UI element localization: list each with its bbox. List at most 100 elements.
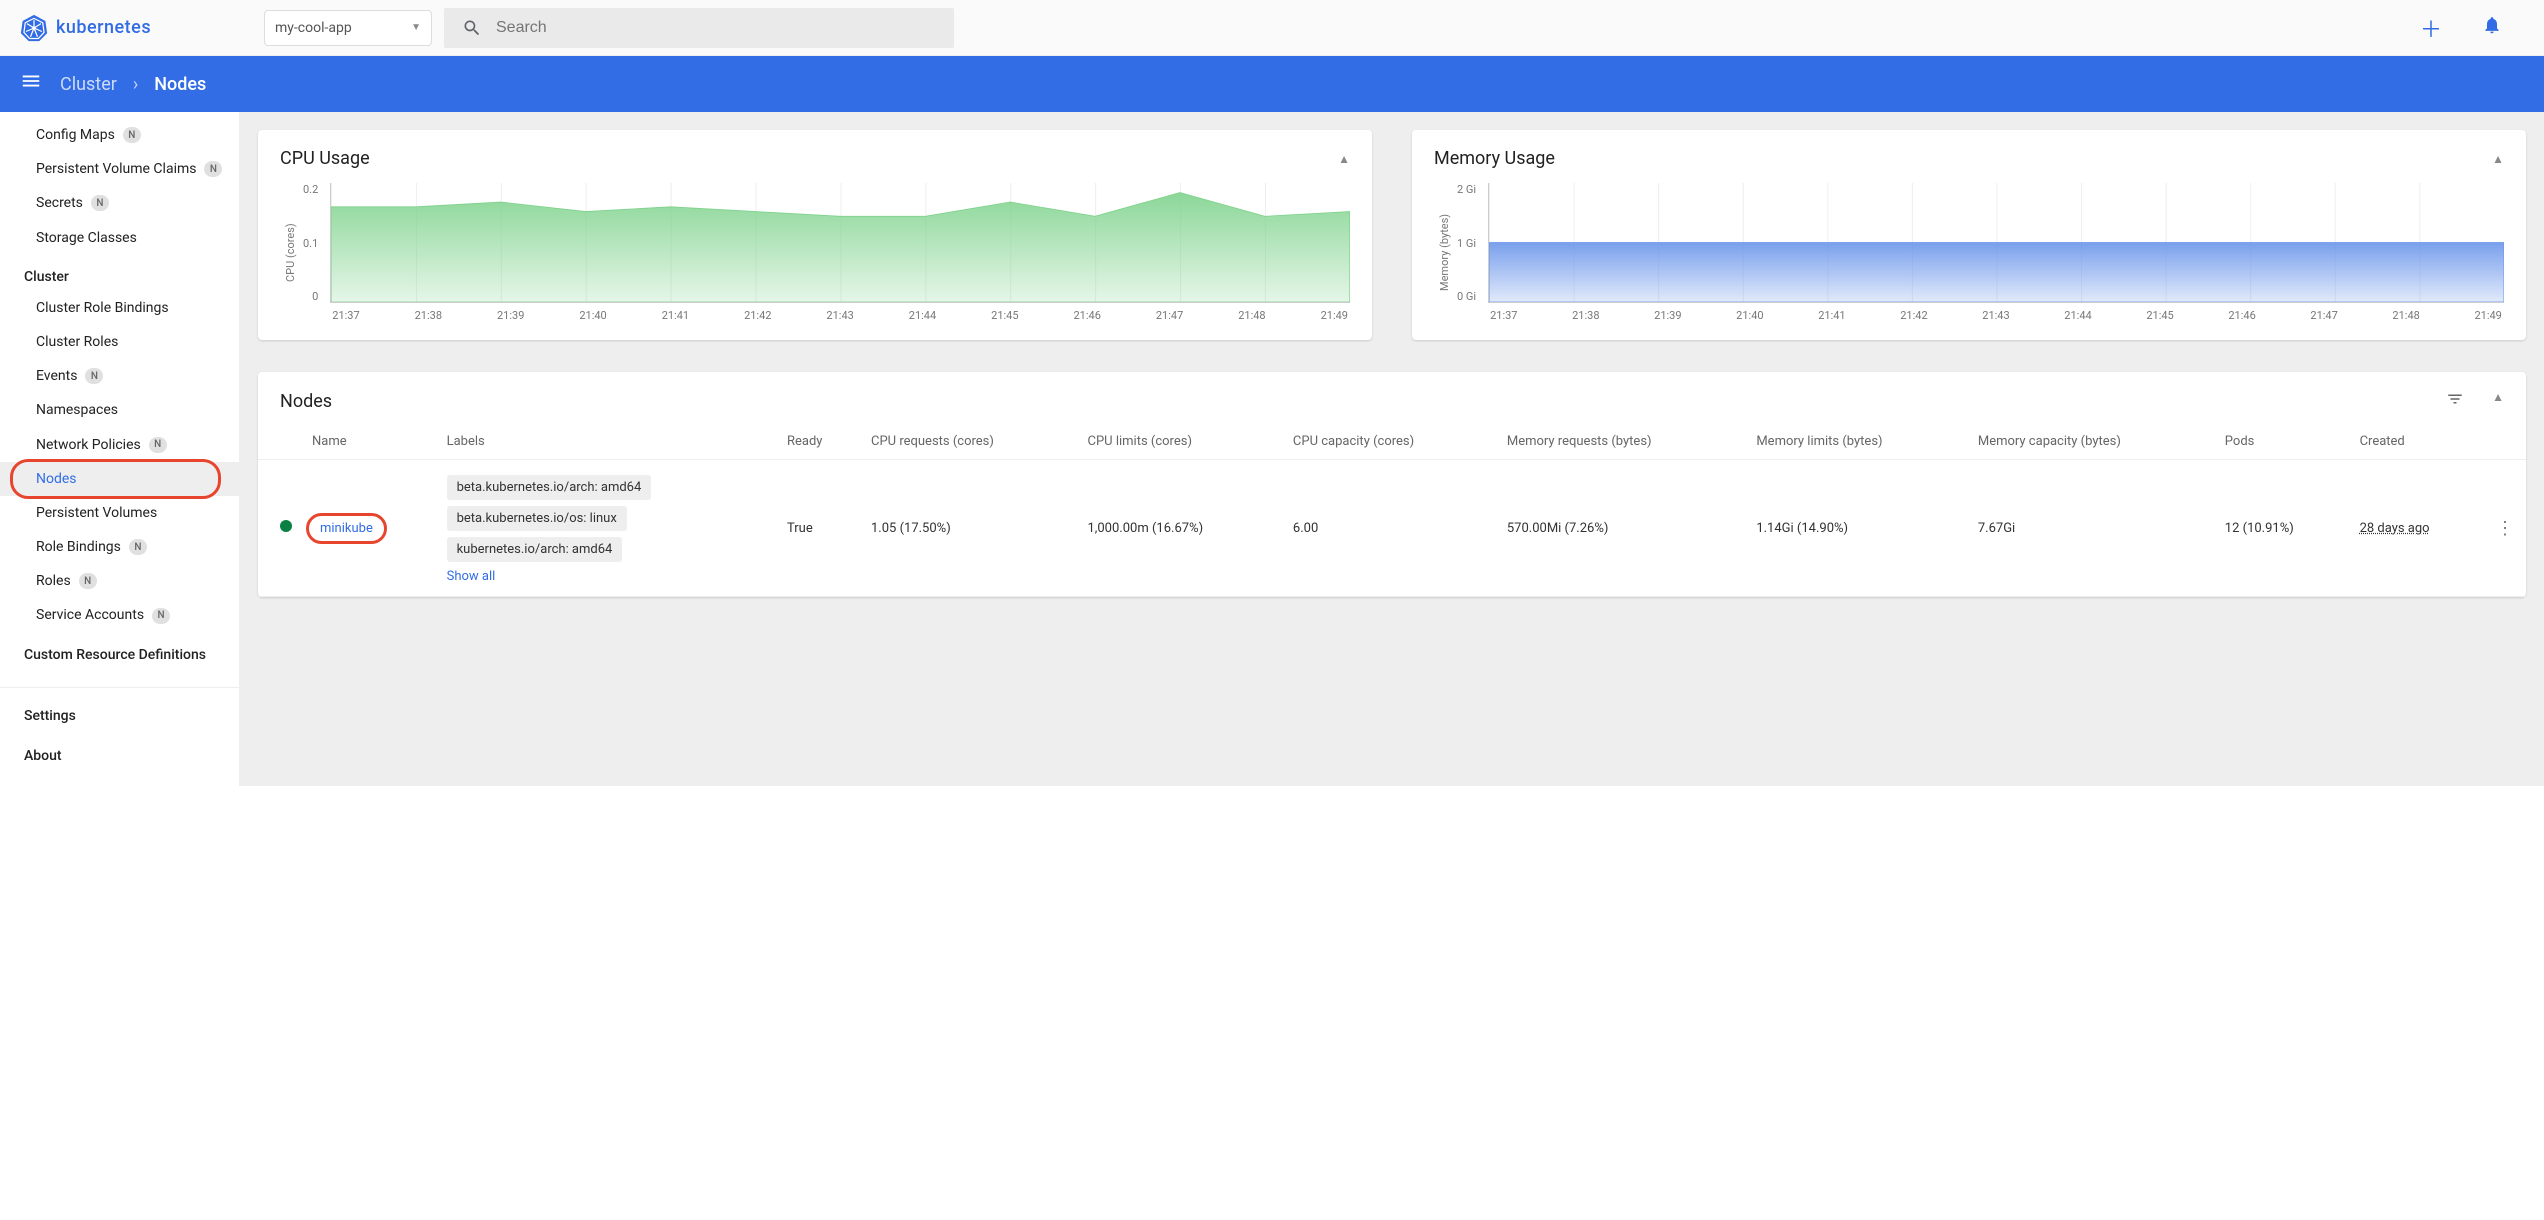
table-header[interactable]: CPU requests (cores) [861,424,1078,460]
axis-tick: 21:43 [1982,309,2009,322]
nodes-card: Nodes ▲ NameLabelsReadyCPU requests (cor… [258,372,2526,597]
kubernetes-logo-icon [20,14,48,42]
axis-tick: 21:42 [1900,309,1927,322]
sidebar-about[interactable]: About [0,730,239,770]
axis-tick: 21:45 [2146,309,2173,322]
sidebar-item[interactable]: Cluster Role Bindings [0,291,239,325]
table-header[interactable]: Memory capacity (bytes) [1968,424,2215,460]
sidebar-item-label: Events [36,367,77,385]
sidebar-item-label: Role Bindings [36,538,121,556]
label-chip: beta.kubernetes.io/os: linux [447,506,627,531]
logo[interactable]: kubernetes [20,14,252,42]
sidebar-item[interactable]: Persistent Volumes [0,496,239,530]
sidebar-item[interactable]: Storage Classes [0,221,239,255]
table-header[interactable]: CPU capacity (cores) [1283,424,1497,460]
table-header[interactable]: Ready [777,424,861,460]
sidebar-item[interactable]: Network PoliciesN [0,428,239,462]
axis-tick: 21:47 [1156,309,1183,322]
hamburger-menu-icon[interactable] [20,70,44,98]
nodes-table: NameLabelsReadyCPU requests (cores)CPU l… [258,424,2526,597]
axis-tick: 21:40 [579,309,606,322]
collapse-icon[interactable]: ▲ [1338,152,1350,166]
namespace-badge: N [91,195,109,211]
table-cell: True [777,460,861,597]
table-cell: 7.67Gi [1968,460,2215,597]
highlight-annotation [306,513,387,544]
sidebar-item[interactable]: Config MapsN [0,118,239,152]
sidebar-item-label: Config Maps [36,126,115,144]
sidebar-item-label: Namespaces [36,401,118,419]
table-cell: 1.14Gi (14.90%) [1746,460,1968,597]
filter-icon[interactable] [2446,390,2464,412]
sidebar-item[interactable]: Role Bindings N [0,530,239,564]
table-header[interactable]: Labels [437,424,777,460]
search-icon [462,18,482,38]
axis-tick: 21:37 [1490,309,1517,322]
app-name: kubernetes [56,17,151,38]
axis-tick: 2 Gi [1457,183,1476,196]
axis-tick: 21:47 [2310,309,2337,322]
create-button[interactable]: ＋ [2406,12,2456,44]
axis-tick: 21:45 [991,309,1018,322]
axis-tick: 21:38 [1572,309,1599,322]
sidebar-heading-crd[interactable]: Custom Resource Definitions [0,633,239,669]
created-time: 28 days ago [2360,521,2430,536]
memory-ylabel: Memory (bytes) [1434,183,1451,322]
namespace-badge: N [129,539,147,555]
sidebar-item[interactable]: Service AccountsN [0,598,239,632]
axis-tick: 21:39 [1654,309,1681,322]
collapse-icon[interactable]: ▲ [2492,390,2504,412]
sidebar-item-label: Storage Classes [36,229,137,247]
breadcrumb-parent[interactable]: Cluster [60,74,117,95]
sidebar-item[interactable]: Namespaces [0,393,239,427]
table-cell: 12 (10.91%) [2215,460,2350,597]
axis-tick: 21:48 [1238,309,1265,322]
axis-tick: 21:44 [2064,309,2091,322]
table-header[interactable]: CPU limits (cores) [1078,424,1283,460]
label-chip: beta.kubernetes.io/arch: amd64 [447,475,652,500]
node-link[interactable]: minikube [312,519,381,538]
table-header[interactable]: Name [302,424,437,460]
table-header[interactable]: Created [2350,424,2486,460]
row-menu-icon[interactable]: ⋮ [2496,518,2514,539]
cpu-ylabel: CPU (cores) [280,183,297,322]
table-cell: 6.00 [1283,460,1497,597]
axis-tick: 21:42 [744,309,771,322]
nodes-card-title: Nodes [280,391,332,412]
axis-tick: 21:38 [415,309,442,322]
table-header[interactable]: Memory requests (bytes) [1497,424,1746,460]
sidebar-item[interactable]: Nodes [0,462,239,496]
show-all-link[interactable]: Show all [447,569,496,584]
sidebar-item-label: Persistent Volume Claims [36,160,196,178]
chevron-down-icon: ▼ [411,22,421,33]
sidebar-settings[interactable]: Settings [0,694,239,730]
sidebar-heading-cluster: Cluster [0,255,239,291]
namespace-selector[interactable]: my-cool-app ▼ [264,10,432,46]
search-input[interactable] [496,19,936,37]
sidebar-item[interactable]: EventsN [0,359,239,393]
sidebar-item[interactable]: Persistent Volume ClaimsN [0,152,239,186]
cpu-card-title: CPU Usage [280,148,370,169]
table-header[interactable]: Memory limits (bytes) [1746,424,1968,460]
axis-tick: 21:48 [2392,309,2419,322]
memory-card-title: Memory Usage [1434,148,1555,169]
namespace-badge: N [79,573,97,589]
sidebar-item[interactable]: SecretsN [0,186,239,220]
axis-tick: 21:46 [2228,309,2255,322]
collapse-icon[interactable]: ▲ [2492,152,2504,166]
notifications-icon[interactable] [2468,15,2516,41]
namespace-badge: N [152,608,170,624]
chevron-right-icon: › [133,74,138,95]
sidebar-item-label: Network Policies [36,436,141,454]
axis-tick: 21:49 [1321,309,1348,322]
label-chip: kubernetes.io/arch: amd64 [447,537,623,562]
table-cell: 570.00Mi (7.26%) [1497,460,1746,597]
sidebar-item-label: Cluster Roles [36,333,118,351]
sidebar-item[interactable]: RolesN [0,564,239,598]
axis-tick: 21:41 [1818,309,1845,322]
table-header[interactable]: Pods [2215,424,2350,460]
axis-tick: 21:46 [1074,309,1101,322]
axis-tick: 21:49 [2474,309,2501,322]
search-box[interactable] [444,8,954,48]
sidebar-item[interactable]: Cluster Roles [0,325,239,359]
